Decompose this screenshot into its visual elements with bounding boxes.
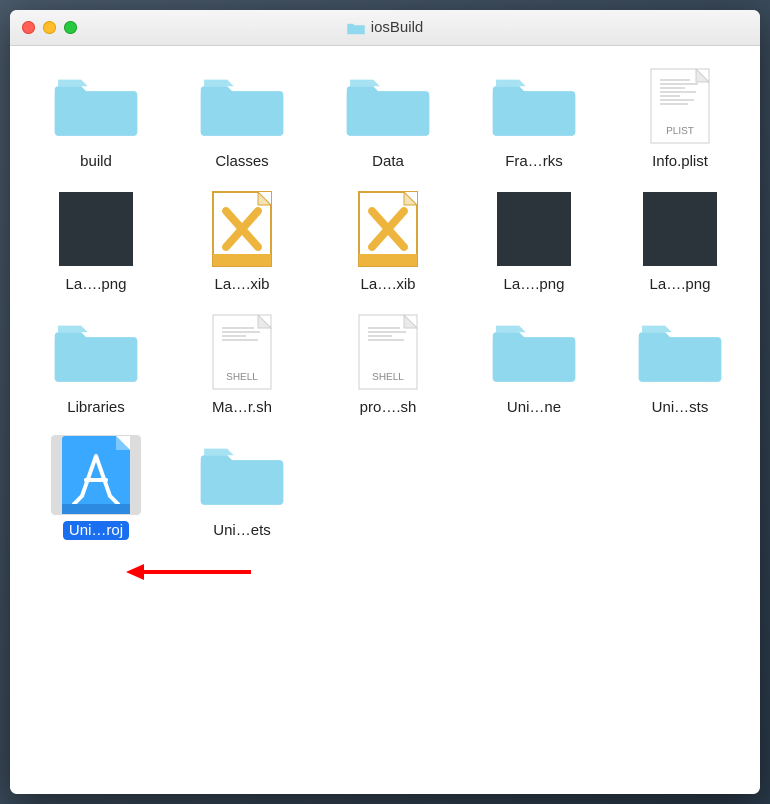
file-item[interactable]: Fra…rks <box>470 66 598 171</box>
window-title-text: iosBuild <box>371 19 424 36</box>
file-label[interactable]: Uni…sts <box>646 398 715 417</box>
svg-text:PLIST: PLIST <box>666 126 694 137</box>
file-icon[interactable] <box>197 189 287 269</box>
xib-file-icon <box>358 191 418 267</box>
titlebar[interactable]: iosBuild <box>10 10 760 46</box>
file-label[interactable]: pro….sh <box>354 398 423 417</box>
file-item[interactable]: Classes <box>178 66 306 171</box>
file-icon[interactable] <box>635 189 725 269</box>
file-icon[interactable] <box>51 66 141 146</box>
file-item[interactable]: SHELL Ma…r.sh <box>178 312 306 417</box>
file-icon[interactable] <box>489 189 579 269</box>
file-icon[interactable]: SHELL <box>343 312 433 392</box>
image-icon <box>643 192 717 266</box>
file-label[interactable]: Classes <box>209 152 274 171</box>
folder-icon <box>53 73 139 139</box>
file-label[interactable]: build <box>74 152 118 171</box>
folder-icon <box>637 319 723 385</box>
file-icon[interactable]: SHELL <box>197 312 287 392</box>
folder-icon <box>491 73 577 139</box>
file-icon[interactable] <box>51 189 141 269</box>
file-icon[interactable] <box>489 312 579 392</box>
svg-text:SHELL: SHELL <box>226 372 258 383</box>
xib-file-icon <box>212 191 272 267</box>
file-label[interactable]: La….png <box>498 275 571 294</box>
file-item[interactable]: Uni…sts <box>616 312 744 417</box>
xcode-project-icon <box>60 434 132 516</box>
plist-file-icon: PLIST <box>650 68 710 144</box>
image-icon <box>497 192 571 266</box>
shell-file-icon: SHELL <box>358 314 418 390</box>
file-label[interactable]: La….png <box>60 275 133 294</box>
file-label[interactable]: Info.plist <box>646 152 714 171</box>
file-item[interactable]: Data <box>324 66 452 171</box>
title-folder-icon <box>347 21 365 35</box>
minimize-button[interactable] <box>43 21 56 34</box>
file-label[interactable]: Uni…ne <box>501 398 567 417</box>
folder-icon <box>345 73 431 139</box>
file-item[interactable]: Libraries <box>32 312 160 417</box>
file-label[interactable]: La….xib <box>208 275 275 294</box>
window-title: iosBuild <box>10 19 760 36</box>
close-button[interactable] <box>22 21 35 34</box>
folder-icon <box>199 73 285 139</box>
file-item[interactable]: La….png <box>616 189 744 294</box>
file-item[interactable]: Uni…roj <box>32 435 160 540</box>
file-item[interactable]: La….xib <box>324 189 452 294</box>
file-item[interactable]: SHELL pro….sh <box>324 312 452 417</box>
file-label[interactable]: Ma…r.sh <box>206 398 278 417</box>
file-item[interactable]: La….png <box>470 189 598 294</box>
file-label[interactable]: Uni…ets <box>207 521 277 540</box>
file-icon[interactable] <box>343 66 433 146</box>
file-label[interactable]: Data <box>366 152 410 171</box>
file-icon[interactable] <box>489 66 579 146</box>
file-label[interactable]: Uni…roj <box>63 521 129 540</box>
file-label[interactable]: Fra…rks <box>499 152 569 171</box>
file-item[interactable]: PLIST Info.plist <box>616 66 744 171</box>
file-item[interactable]: La….xib <box>178 189 306 294</box>
file-icon[interactable] <box>51 312 141 392</box>
folder-icon <box>199 442 285 508</box>
image-icon <box>59 192 133 266</box>
folder-icon <box>53 319 139 385</box>
file-label[interactable]: La….png <box>644 275 717 294</box>
file-label[interactable]: Libraries <box>61 398 131 417</box>
icon-grid[interactable]: build Classes Data Fra…rks PLIST Info.plist L… <box>10 46 760 560</box>
annotation-arrow <box>126 562 256 582</box>
file-item[interactable]: Uni…ets <box>178 435 306 540</box>
file-item[interactable]: La….png <box>32 189 160 294</box>
zoom-button[interactable] <box>64 21 77 34</box>
finder-window: iosBuild build Classes Data Fra…rks PLIST In… <box>10 10 760 794</box>
file-icon[interactable] <box>343 189 433 269</box>
file-icon[interactable] <box>51 435 141 515</box>
folder-icon <box>491 319 577 385</box>
file-icon[interactable]: PLIST <box>635 66 725 146</box>
shell-file-icon: SHELL <box>212 314 272 390</box>
file-icon[interactable] <box>197 66 287 146</box>
file-item[interactable]: Uni…ne <box>470 312 598 417</box>
svg-text:SHELL: SHELL <box>372 372 404 383</box>
file-icon[interactable] <box>197 435 287 515</box>
file-icon[interactable] <box>635 312 725 392</box>
file-label[interactable]: La….xib <box>354 275 421 294</box>
file-item[interactable]: build <box>32 66 160 171</box>
